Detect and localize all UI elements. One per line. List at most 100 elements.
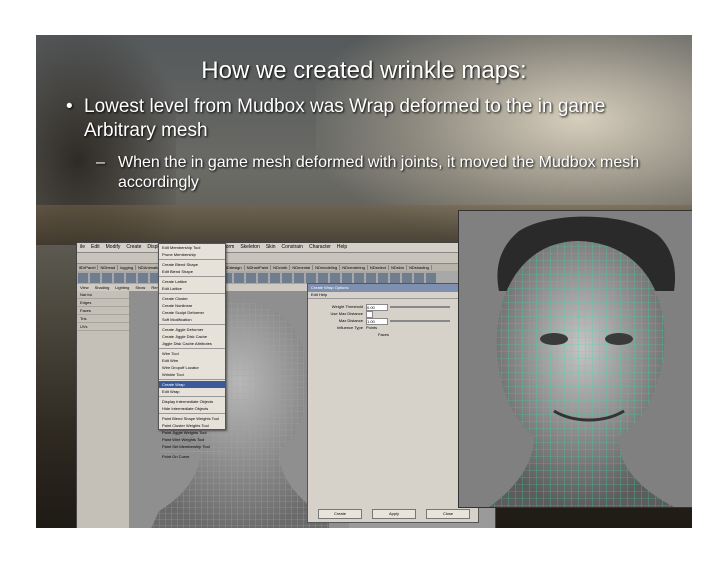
deform-menu-item[interactable]: Wire Dropoff Locator bbox=[159, 364, 225, 371]
menu-separator bbox=[159, 276, 225, 277]
outliner-row[interactable]: Edges bbox=[77, 299, 129, 307]
shelf-tool-icon[interactable] bbox=[294, 273, 304, 283]
field-label: Use Max Distance bbox=[330, 311, 363, 316]
deform-menu-item[interactable]: Paint Jiggle Weights Tool bbox=[159, 429, 225, 436]
shelf-tab[interactable]: NDrendering bbox=[340, 265, 368, 270]
deform-menu-item[interactable]: Create Sculpt Deformer bbox=[159, 309, 225, 316]
deform-menu-item[interactable]: Edit Membership Tool bbox=[159, 244, 225, 251]
shelf-tool-icon[interactable] bbox=[234, 273, 244, 283]
dialog-menu[interactable]: Edit Help bbox=[308, 292, 478, 299]
outliner-row[interactable]: UVs bbox=[77, 323, 129, 331]
shelf-tool-icon[interactable] bbox=[354, 273, 364, 283]
menu-separator bbox=[159, 324, 225, 325]
shelf-tab[interactable]: NDskin bbox=[389, 265, 408, 270]
bullet-sub-text: When the in game mesh deformed with join… bbox=[118, 154, 640, 191]
shelf-tool-icon[interactable] bbox=[342, 273, 352, 283]
max-distance-slider[interactable] bbox=[390, 320, 450, 322]
panel-menu-item[interactable]: View bbox=[77, 285, 92, 290]
deform-menu-item[interactable]: Create Cluster bbox=[159, 295, 225, 302]
outliner-row[interactable]: Faces bbox=[77, 307, 129, 315]
close-button[interactable]: Close bbox=[426, 509, 470, 519]
menubar-item[interactable]: Character bbox=[306, 244, 334, 250]
shelf-tab[interactable]: NDmental bbox=[290, 265, 314, 270]
shelf-tab[interactable]: NDcloth bbox=[271, 265, 291, 270]
shelf-tool-icon[interactable] bbox=[126, 273, 136, 283]
deform-menu-item[interactable]: Paint Wire Weights Tool bbox=[159, 436, 225, 443]
outliner-row[interactable]: Nar:bo bbox=[77, 291, 129, 299]
deform-menu-item[interactable]: Soft Modification bbox=[159, 316, 225, 323]
menu-separator bbox=[159, 396, 225, 397]
menubar-item[interactable]: Create bbox=[123, 244, 144, 250]
menu-separator bbox=[159, 413, 225, 414]
deform-menu-item[interactable]: Jiggle Disk Cache Attributes bbox=[159, 340, 225, 347]
create-button[interactable]: Create bbox=[318, 509, 362, 519]
shelf-tab[interactable]: logging bbox=[118, 265, 137, 270]
menu-separator bbox=[159, 348, 225, 349]
bullet-sub: – When the in game mesh deformed with jo… bbox=[96, 153, 656, 193]
shelf-tab[interactable]: NDmodeling bbox=[313, 265, 341, 270]
deform-menu-item[interactable]: Edit Wrap bbox=[159, 388, 225, 395]
menubar-item[interactable]: Help bbox=[334, 244, 350, 250]
deform-menu-item[interactable]: Prune Membership bbox=[159, 251, 225, 258]
menu-separator bbox=[159, 379, 225, 380]
deform-menu-item[interactable]: Paint Cluster Weights Tool bbox=[159, 422, 225, 429]
deform-menu-item[interactable]: Hide Intermediate Objects bbox=[159, 405, 225, 412]
shelf-tool-icon[interactable] bbox=[258, 273, 268, 283]
deform-menu-item[interactable]: Edit Wire bbox=[159, 357, 225, 364]
weight-threshold-slider[interactable] bbox=[390, 306, 450, 308]
shelf-tool-icon[interactable] bbox=[366, 273, 376, 283]
shelf-tool-icon[interactable] bbox=[246, 273, 256, 283]
panel-menu-item[interactable]: Shading bbox=[92, 285, 113, 290]
maya-menubar: ileEditModifyCreateDisplayWindowAnimateD… bbox=[77, 243, 495, 253]
deform-menu-item[interactable]: Paint Blend Shape Weights Tool bbox=[159, 415, 225, 422]
shelf-tool-icon[interactable] bbox=[378, 273, 388, 283]
shelf-tool-icon[interactable] bbox=[402, 273, 412, 283]
shelf-tool-icon[interactable] bbox=[114, 273, 124, 283]
panel-menu-item[interactable]: Lighting bbox=[112, 285, 132, 290]
shelf-tab[interactable]: NDhairPaint bbox=[244, 265, 272, 270]
shelf-tool-icon[interactable] bbox=[390, 273, 400, 283]
deform-menu-item[interactable]: Paint Set Membership Tool bbox=[159, 443, 225, 450]
shelf-tool-icon[interactable] bbox=[282, 273, 292, 283]
deform-menu-item[interactable]: Display Intermediate Objects bbox=[159, 398, 225, 405]
shelf-tool-icon[interactable] bbox=[102, 273, 112, 283]
shelf-tool-icon[interactable] bbox=[426, 273, 436, 283]
shelf-tab[interactable]: lfDrPanel bbox=[77, 265, 99, 270]
panel-menu-item[interactable]: Show bbox=[132, 285, 148, 290]
menubar-item[interactable]: ile bbox=[77, 244, 88, 250]
deform-menu-item[interactable]: Create Lattice bbox=[159, 278, 225, 285]
shelf-tool-icon[interactable] bbox=[318, 273, 328, 283]
use-max-distance-field: Use Max Distance bbox=[308, 310, 478, 318]
shelf-tab[interactable]: NDselect bbox=[367, 265, 390, 270]
shelf-tool-icon[interactable] bbox=[414, 273, 424, 283]
field-label: Weight Threshold bbox=[331, 304, 363, 309]
deform-menu-item[interactable]: Point On Curve bbox=[159, 453, 225, 460]
shelf-tool-icon[interactable] bbox=[138, 273, 148, 283]
menubar-item[interactable]: Skin bbox=[263, 244, 279, 250]
deform-menu-item[interactable]: Create Nonlinear bbox=[159, 302, 225, 309]
shelf-tool-icon[interactable] bbox=[270, 273, 280, 283]
menubar-item[interactable]: Constrain bbox=[279, 244, 306, 250]
maya-screenshot: ileEditModifyCreateDisplayWindowAnimateD… bbox=[76, 242, 496, 528]
deform-menu-item[interactable]: Wire Tool bbox=[159, 350, 225, 357]
menubar-item[interactable]: Modify bbox=[103, 244, 124, 250]
influence-option-points[interactable]: Points bbox=[366, 325, 386, 330]
shelf-tool-icon[interactable] bbox=[90, 273, 100, 283]
deform-menu-item[interactable]: Create Wrap bbox=[159, 381, 225, 388]
shelf-tool-icon[interactable] bbox=[330, 273, 340, 283]
influence-option-faces[interactable]: Faces bbox=[308, 331, 478, 338]
deform-menu-item[interactable]: Create Blend Shape bbox=[159, 261, 225, 268]
shelf-tool-icon[interactable] bbox=[306, 273, 316, 283]
apply-button[interactable]: Apply bbox=[372, 509, 416, 519]
menubar-item[interactable]: Skeleton bbox=[237, 244, 262, 250]
deform-menu-item[interactable]: Edit Blend Shape bbox=[159, 268, 225, 275]
deform-menu-item[interactable]: Edit Lattice bbox=[159, 285, 225, 292]
outliner-row[interactable]: Tris bbox=[77, 315, 129, 323]
deform-menu-item[interactable]: Wrinkle Tool bbox=[159, 371, 225, 378]
shelf-tool-icon[interactable] bbox=[78, 273, 88, 283]
menubar-item[interactable]: Edit bbox=[88, 244, 103, 250]
shelf-tab[interactable]: NDshading bbox=[407, 265, 432, 270]
shelf-tab[interactable]: NDhead bbox=[98, 265, 119, 270]
deform-menu-item[interactable]: Create Jiggle Disk Cache bbox=[159, 333, 225, 340]
deform-menu-item[interactable]: Create Jiggle Deformer bbox=[159, 326, 225, 333]
